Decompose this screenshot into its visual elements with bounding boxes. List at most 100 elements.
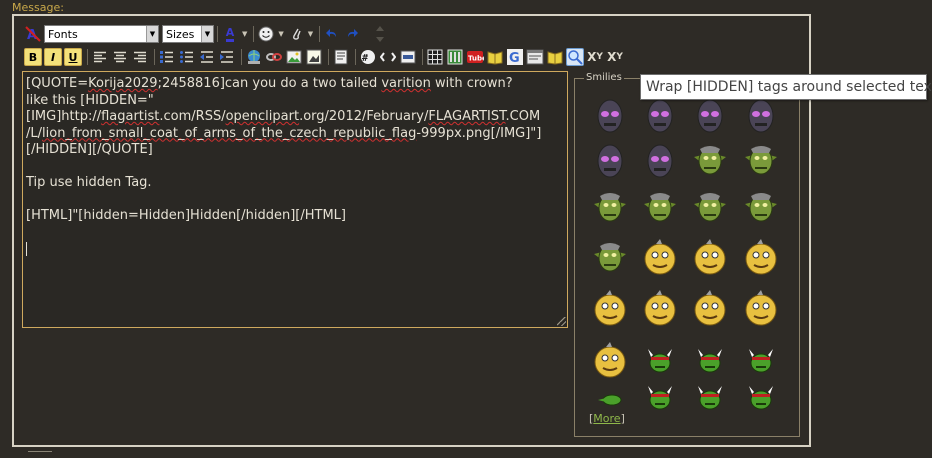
yellow-blob-smilie-icon[interactable]: [590, 289, 630, 329]
more-smilies-link[interactable]: More: [593, 412, 620, 425]
purple-mask-smilie-icon[interactable]: [741, 96, 781, 136]
subscript-sub: Y: [596, 52, 603, 62]
editor-line-5: [/HIDDEN][/QUOTE]: [26, 142, 153, 157]
toolbar-separator: [355, 49, 356, 65]
undo-button[interactable]: [323, 25, 341, 43]
remove-format-button[interactable]: A: [24, 25, 42, 43]
purple-mask-smilie-icon[interactable]: [590, 96, 630, 136]
toggle-editor-mode-button[interactable]: [371, 25, 389, 43]
unlink-icon: [266, 53, 282, 61]
insert-image-button[interactable]: [285, 48, 303, 66]
subscript-label: X: [587, 50, 597, 64]
green-devil-smilie-icon[interactable]: [741, 341, 781, 381]
attachment-button[interactable]: [287, 25, 305, 43]
goblin-smilie-icon[interactable]: [590, 188, 630, 228]
insert-link-button[interactable]: [245, 48, 263, 66]
paperclip-icon: [292, 28, 301, 40]
align-center-button[interactable]: [111, 48, 129, 66]
grid-icon: [427, 49, 443, 65]
goblin-smilie-icon[interactable]: [690, 141, 730, 181]
hidden-tag-button[interactable]: [566, 48, 584, 66]
green-devil-smilie-icon[interactable]: [640, 341, 680, 381]
green-devil-smilie-icon[interactable]: [640, 378, 680, 418]
bold-button[interactable]: B: [24, 48, 42, 66]
wrap-tag-button[interactable]: [546, 48, 564, 66]
ordered-list-icon: [160, 51, 173, 63]
wrap-php-button[interactable]: [399, 48, 417, 66]
ordered-list-button[interactable]: [158, 48, 176, 66]
editor-line-blank: [26, 159, 564, 176]
purple-mask-smilie-icon[interactable]: [640, 96, 680, 136]
indent-button[interactable]: [218, 48, 236, 66]
image-icon: [286, 50, 302, 64]
chevron-down-icon[interactable]: ▼: [278, 30, 283, 38]
insert-video-button[interactable]: [305, 48, 323, 66]
goblin-smilie-icon[interactable]: [690, 188, 730, 228]
yellow-blob-smilie-icon[interactable]: [590, 341, 630, 381]
table-button[interactable]: [426, 48, 444, 66]
smilie-button[interactable]: [257, 25, 275, 43]
html-icon: [380, 52, 396, 62]
spoiler-button[interactable]: [446, 48, 464, 66]
more-smilies: [More]: [589, 412, 625, 425]
toolbar-separator: [241, 49, 242, 65]
wrap-code-button[interactable]: #: [359, 48, 377, 66]
yellow-blob-smilie-icon[interactable]: [741, 238, 781, 278]
goblin-smilie-icon[interactable]: [741, 141, 781, 181]
size-select[interactable]: Sizes ▼: [162, 25, 214, 43]
message-textarea[interactable]: [QUOTE=Korija2029;2458816]can you do a t…: [22, 71, 568, 328]
wrap-html-button[interactable]: [379, 48, 397, 66]
align-right-icon: [134, 51, 146, 63]
toolbar-separator: [87, 49, 88, 65]
unordered-list-button[interactable]: [178, 48, 196, 66]
google-icon: G: [507, 49, 523, 65]
editor-line: like this [HIDDEN=": [26, 93, 564, 110]
editor-line-2: like this [HIDDEN=": [26, 92, 154, 108]
remove-link-button[interactable]: [265, 48, 283, 66]
quote-icon: [334, 49, 348, 65]
youtube-button[interactable]: Tube: [466, 48, 484, 66]
italic-button[interactable]: I: [44, 48, 62, 66]
yellow-blob-smilie-icon[interactable]: [640, 238, 680, 278]
font-select[interactable]: Fonts ▼: [44, 25, 159, 43]
green-devil-smilie-icon[interactable]: [690, 341, 730, 381]
purple-mask-smilie-icon[interactable]: [590, 141, 630, 181]
purple-mask-smilie-icon[interactable]: [640, 141, 680, 181]
subscript-button[interactable]: XY: [586, 48, 604, 66]
outdent-button[interactable]: [198, 48, 216, 66]
yellow-blob-smilie-icon[interactable]: [690, 238, 730, 278]
underline-button[interactable]: U: [64, 48, 82, 66]
indent-icon: [220, 51, 233, 63]
align-right-button[interactable]: [131, 48, 149, 66]
chevron-down-icon[interactable]: ▼: [242, 30, 247, 38]
toolbar-row-1: A Fonts ▼ Sizes ▼ A ▼ ▼ ▼: [24, 24, 391, 44]
wrap-quote-button[interactable]: [332, 48, 350, 66]
redo-button[interactable]: [343, 25, 361, 43]
more-tag-button[interactable]: [526, 48, 544, 66]
editor-line-blank: [26, 225, 564, 242]
yellow-blob-smilie-icon[interactable]: [690, 289, 730, 329]
google-button[interactable]: G: [506, 48, 524, 66]
yellow-blob-smilie-icon[interactable]: [640, 289, 680, 329]
code-icon: #: [361, 50, 375, 64]
svg-text:Tube: Tube: [468, 55, 484, 63]
smilies-legend: Smilies: [584, 72, 624, 83]
underline-label: U: [68, 50, 78, 64]
chevron-down-icon[interactable]: ▼: [308, 30, 313, 38]
green-devil-smilie-icon[interactable]: [690, 378, 730, 418]
yellow-blob-smilie-icon[interactable]: [741, 289, 781, 329]
align-left-button[interactable]: [91, 48, 109, 66]
purple-mask-smilie-icon[interactable]: [690, 96, 730, 136]
font-color-icon: A: [225, 26, 235, 42]
goblin-smilie-icon[interactable]: [590, 238, 630, 278]
superscript-button[interactable]: XY: [606, 48, 624, 66]
toolbar-separator: [253, 26, 255, 42]
goblin-smilie-icon[interactable]: [640, 188, 680, 228]
editor-line: [/HIDDEN][/QUOTE]: [26, 142, 564, 159]
goblin-smilie-icon[interactable]: [741, 188, 781, 228]
superscript-sup: Y: [616, 52, 623, 62]
wikipedia-button[interactable]: [486, 48, 504, 66]
resize-grip-icon[interactable]: [557, 317, 566, 326]
green-devil-smilie-icon[interactable]: [741, 378, 781, 418]
font-color-button[interactable]: A: [221, 25, 239, 43]
